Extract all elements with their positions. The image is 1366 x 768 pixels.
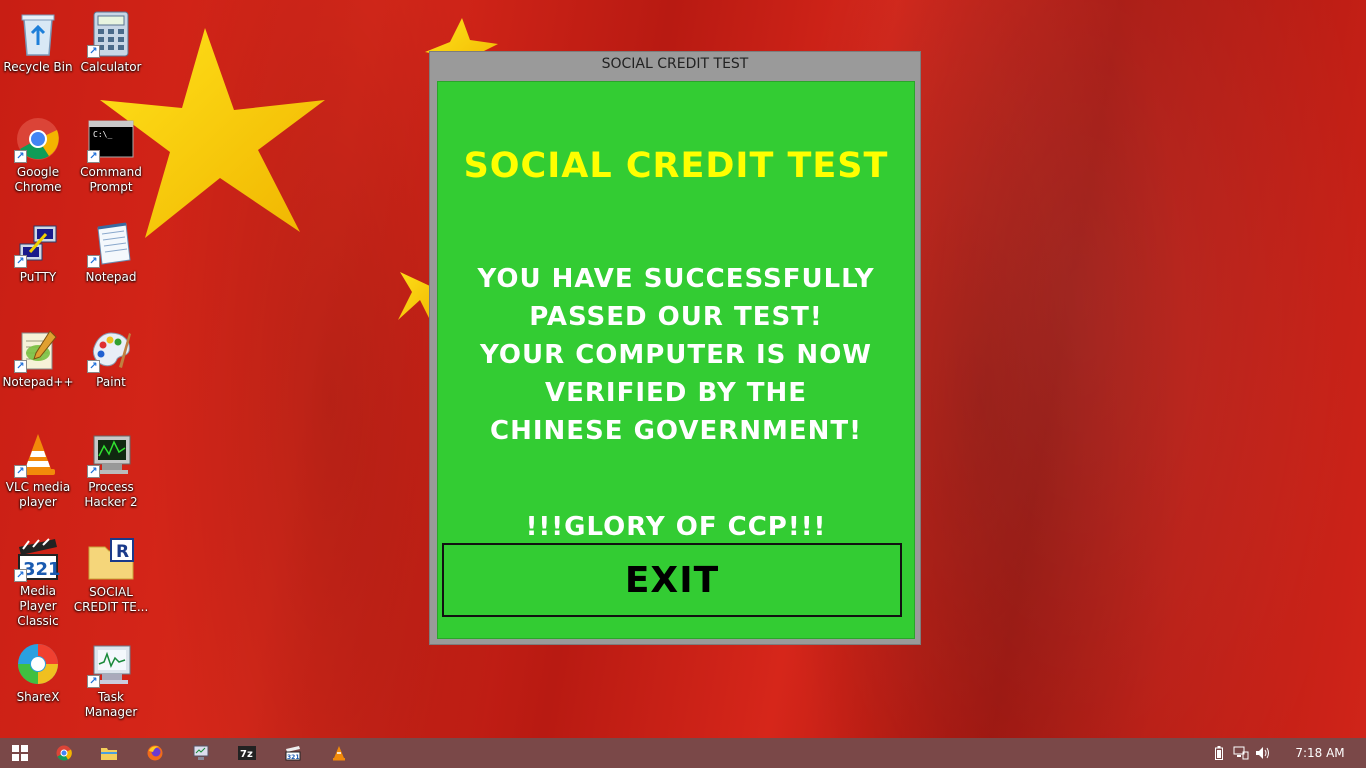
shortcut-arrow-icon: ↗ xyxy=(87,465,100,478)
exit-button[interactable]: EXIT xyxy=(442,543,902,617)
shortcut-arrow-icon: ↗ xyxy=(87,675,100,688)
desktop-icon-notepad[interactable]: ↗ Notepad xyxy=(73,214,149,314)
network-icon[interactable] xyxy=(1230,738,1252,768)
desktop-icon-vlc-media-player[interactable]: ↗ VLC media player xyxy=(0,424,76,524)
shortcut-arrow-icon: ↗ xyxy=(87,360,100,373)
desktop-icon-media-player-classic[interactable]: 321 ↗ Media Player Classic xyxy=(0,529,76,629)
social-credit-test-window: SOCIAL CREDIT TEST SOCIAL CREDIT TEST YO… xyxy=(429,51,921,645)
recycle-bin-icon xyxy=(14,10,62,58)
desktop-icon-putty[interactable]: ↗ PuTTY xyxy=(0,214,76,314)
sharex-icon xyxy=(14,640,62,688)
desktop-icon-label: PuTTY xyxy=(19,270,57,284)
desktop-icon-task-manager[interactable]: ↗ Task Manager xyxy=(73,634,149,734)
task-manager-icon: ↗ xyxy=(87,640,135,688)
shortcut-arrow-icon: ↗ xyxy=(14,255,27,268)
vlc-icon: ↗ xyxy=(14,430,62,478)
desktop-icon-label: Media Player Classic xyxy=(17,584,59,628)
desktop-icon-label: Notepad++ xyxy=(2,375,74,389)
desktop-icon-label: Google Chrome xyxy=(14,165,62,194)
svg-text:321: 321 xyxy=(23,559,61,580)
desktop-icon-label: VLC media player xyxy=(5,480,71,509)
shortcut-arrow-icon: ↗ xyxy=(87,45,100,58)
desktop-icon-calculator[interactable]: ↗ Calculator xyxy=(73,4,149,104)
7zip-icon: 7z xyxy=(238,746,256,760)
taskbar-file-explorer-button[interactable] xyxy=(89,738,129,768)
glory-text: !!!GLORY OF CCP!!! xyxy=(525,512,827,542)
monitor-app-icon xyxy=(193,745,209,760)
putty-icon: ↗ xyxy=(14,220,62,268)
svg-text:7z: 7z xyxy=(240,749,253,760)
dialog-message: YOU HAVE SUCCESSFULLY PASSED OUR TEST! Y… xyxy=(438,260,914,450)
calculator-icon: ↗ xyxy=(87,10,135,58)
notepad-icon: ↗ xyxy=(87,220,135,268)
windows-start-icon xyxy=(12,745,28,761)
svg-text:R: R xyxy=(116,542,129,562)
taskbar: 7z 321 7:18 AM xyxy=(0,738,1366,768)
desktop-icon-label: Notepad xyxy=(85,270,137,284)
taskbar-clock[interactable]: 7:18 AM xyxy=(1274,746,1366,760)
paint-icon: ↗ xyxy=(87,325,135,373)
desktop-icon-social-credit-test[interactable]: R SOCIAL CREDIT TE... xyxy=(73,529,149,629)
media-player-classic-icon: 321 ↗ xyxy=(14,535,62,582)
process-hacker-icon: ↗ xyxy=(87,430,135,478)
shortcut-arrow-icon: ↗ xyxy=(14,150,27,163)
taskbar-media-player-classic-button[interactable]: 321 xyxy=(273,738,313,768)
volume-icon[interactable] xyxy=(1252,738,1274,768)
taskbar-monitor-app-button[interactable] xyxy=(181,738,221,768)
message-line: CHINESE GOVERNMENT! xyxy=(490,416,862,446)
desktop-icon-notepad-plus-plus[interactable]: ↗ Notepad++ xyxy=(0,319,76,419)
dialog-heading: SOCIAL CREDIT TEST xyxy=(463,146,889,186)
windows-start-button[interactable] xyxy=(0,738,40,768)
desktop-icon-command-prompt[interactable]: C:\_ ↗ Command Prompt xyxy=(73,109,149,209)
message-line: PASSED OUR TEST! xyxy=(529,302,823,332)
svg-text:C:\_: C:\_ xyxy=(93,130,112,139)
message-line: YOUR COMPUTER IS NOW xyxy=(480,340,872,370)
vlc-icon xyxy=(333,746,345,761)
media-player-classic-icon: 321 xyxy=(285,746,301,761)
firefox-icon xyxy=(147,745,163,761)
system-tray: 7:18 AM xyxy=(1208,738,1366,768)
command-prompt-icon: C:\_ ↗ xyxy=(87,115,135,163)
chrome-icon: ↗ xyxy=(14,115,62,163)
desktop-icon-paint[interactable]: ↗ Paint xyxy=(73,319,149,419)
desktop-icon-google-chrome[interactable]: ↗ Google Chrome xyxy=(0,109,76,209)
chrome-icon xyxy=(56,745,72,761)
shortcut-arrow-icon: ↗ xyxy=(14,569,27,582)
taskbar-7zip-button[interactable]: 7z xyxy=(227,738,267,768)
desktop-icon-label: Task Manager xyxy=(84,690,138,719)
shortcut-arrow-icon: ↗ xyxy=(14,360,27,373)
message-line: YOU HAVE SUCCESSFULLY xyxy=(477,264,875,294)
window-title: SOCIAL CREDIT TEST xyxy=(601,56,749,72)
battery-icon[interactable] xyxy=(1208,738,1230,768)
file-explorer-icon xyxy=(101,748,117,760)
shortcut-arrow-icon: ↗ xyxy=(87,255,100,268)
desktop-icon-label: Recycle Bin xyxy=(3,60,73,74)
desktop-icon-recycle-bin[interactable]: Recycle Bin xyxy=(0,4,76,104)
desktop-icon-label: ShareX xyxy=(16,690,60,704)
svg-text:321: 321 xyxy=(287,754,300,761)
desktop-icon-label: Command Prompt xyxy=(80,165,142,194)
dialog-body: SOCIAL CREDIT TEST YOU HAVE SUCCESSFULLY… xyxy=(437,81,915,639)
shortcut-arrow-icon: ↗ xyxy=(14,465,27,478)
notepad-plus-plus-icon: ↗ xyxy=(14,325,62,373)
desktop-icon-label: Calculator xyxy=(80,60,142,74)
taskbar-firefox-button[interactable] xyxy=(135,738,175,768)
desktop-icon-process-hacker[interactable]: ↗ Process Hacker 2 xyxy=(73,424,149,524)
desktop-icon-label: Paint xyxy=(96,375,126,389)
shortcut-arrow-icon: ↗ xyxy=(87,150,100,163)
social-credit-folder-icon: R xyxy=(87,535,135,583)
desktop-icon-label: Process Hacker 2 xyxy=(84,480,138,509)
message-line: VERIFIED BY THE xyxy=(545,378,807,408)
taskbar-vlc-button[interactable] xyxy=(319,738,359,768)
desktop-icon-sharex[interactable]: ShareX xyxy=(0,634,76,734)
taskbar-chrome-button[interactable] xyxy=(44,738,84,768)
desktop-icon-label: SOCIAL CREDIT TE... xyxy=(73,585,149,614)
